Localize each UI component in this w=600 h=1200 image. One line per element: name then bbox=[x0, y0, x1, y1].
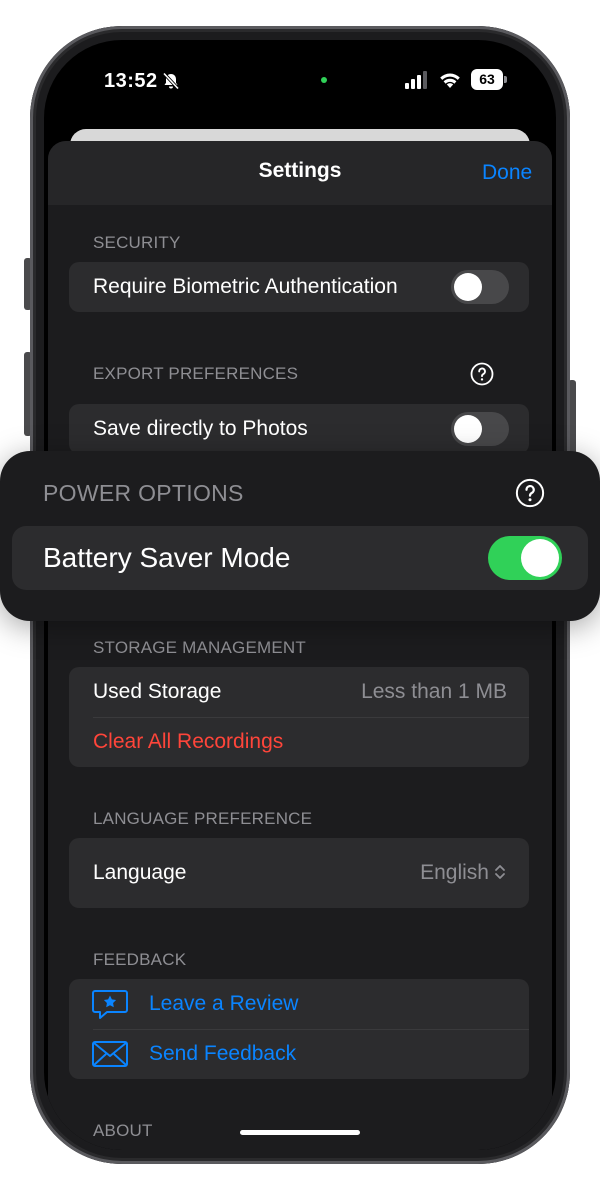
section-header-storage: STORAGE MANAGEMENT bbox=[93, 638, 306, 657]
status-bar: 13:52 63 bbox=[44, 40, 556, 128]
battery-saver-row: Battery Saver Mode bbox=[12, 526, 588, 590]
used-storage-label: Used Storage bbox=[93, 680, 222, 703]
settings-sheet: Settings Done SECURITY Require Biometric… bbox=[48, 141, 552, 1150]
storage-group: Used Storage Less than 1 MB Clear All Re… bbox=[69, 667, 529, 767]
status-time: 13:52 bbox=[104, 70, 158, 92]
save-photos-toggle[interactable] bbox=[451, 412, 509, 446]
biometric-row: Require Biometric Authentication bbox=[69, 262, 529, 312]
section-header-security: SECURITY bbox=[93, 233, 181, 252]
language-value: English bbox=[420, 861, 489, 884]
envelope-icon bbox=[92, 1041, 128, 1067]
battery-indicator: 63 bbox=[471, 69, 507, 90]
section-header-feedback: FEEDBACK bbox=[93, 950, 187, 969]
section-header-language: LANGUAGE PREFERENCE bbox=[93, 809, 313, 828]
battery-tip bbox=[504, 76, 507, 83]
clear-recordings-button[interactable]: Clear All Recordings bbox=[93, 730, 283, 754]
battery-saver-toggle[interactable] bbox=[488, 536, 562, 580]
navigation-bar: Settings Done bbox=[48, 141, 552, 205]
feedback-group: Leave a Review Send Feedback bbox=[69, 979, 529, 1079]
page-title: Settings bbox=[258, 159, 342, 182]
language-picker[interactable]: English bbox=[420, 861, 507, 885]
used-storage-row: Used Storage Less than 1 MB bbox=[69, 667, 529, 717]
home-indicator bbox=[240, 1130, 360, 1135]
save-photos-row: Save directly to Photos bbox=[69, 404, 529, 454]
section-header-power: POWER OPTIONS bbox=[43, 480, 244, 506]
section-header-export: EXPORT PREFERENCES bbox=[93, 364, 299, 383]
language-label: Language bbox=[93, 861, 187, 884]
language-row[interactable]: Language English bbox=[69, 838, 529, 908]
clear-recordings-row[interactable]: Clear All Recordings bbox=[69, 717, 529, 767]
cellular-signal-icon bbox=[405, 71, 427, 89]
leave-review-row[interactable]: Leave a Review bbox=[69, 979, 529, 1029]
bell-muted-icon bbox=[162, 72, 180, 90]
power-options-callout: POWER OPTIONS Battery Saver Mode bbox=[0, 451, 600, 621]
star-bubble-icon bbox=[92, 990, 128, 1019]
language-group: Language English bbox=[69, 838, 529, 908]
biometric-label: Require Biometric Authentication bbox=[93, 275, 398, 298]
send-feedback-row[interactable]: Send Feedback bbox=[69, 1029, 529, 1079]
send-feedback-label[interactable]: Send Feedback bbox=[149, 1042, 296, 1066]
leave-review-label[interactable]: Leave a Review bbox=[149, 992, 298, 1016]
export-group: Save directly to Photos bbox=[69, 404, 529, 454]
help-icon[interactable] bbox=[515, 478, 545, 508]
biometric-toggle[interactable] bbox=[451, 270, 509, 304]
used-storage-value: Less than 1 MB bbox=[361, 680, 507, 703]
camera-indicator bbox=[321, 77, 327, 83]
device-mockup: 13:52 63 Settings Done SECURITY Require … bbox=[0, 0, 600, 1200]
section-header-about: ABOUT bbox=[93, 1121, 153, 1140]
chevron-up-down-icon bbox=[495, 865, 505, 879]
done-button[interactable]: Done bbox=[482, 161, 552, 185]
battery-saver-label: Battery Saver Mode bbox=[43, 542, 291, 573]
battery-level: 63 bbox=[471, 69, 503, 90]
help-icon[interactable] bbox=[470, 362, 494, 386]
wifi-icon bbox=[440, 73, 460, 88]
security-group: Require Biometric Authentication bbox=[69, 262, 529, 312]
save-photos-label: Save directly to Photos bbox=[93, 417, 308, 440]
